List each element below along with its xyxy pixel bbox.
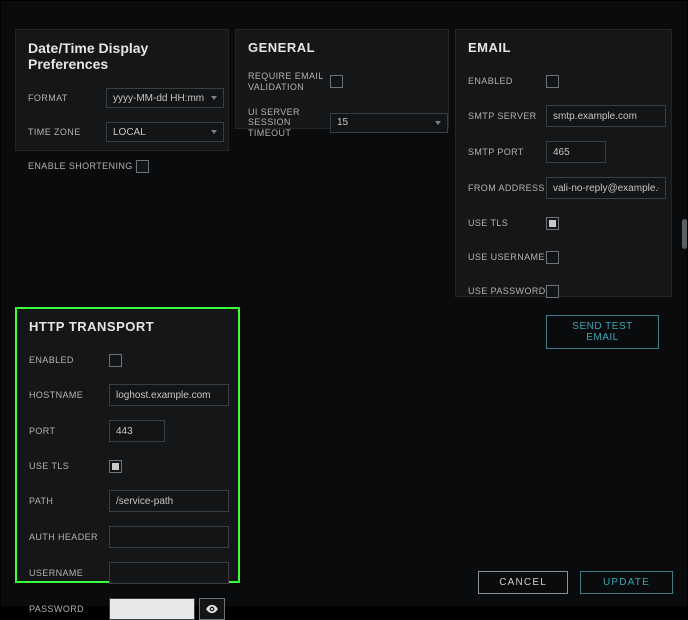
smtp-port-label: SMTP PORT <box>468 147 546 158</box>
require-email-label: REQUIRE EMAIL VALIDATION <box>248 71 330 93</box>
cancel-button[interactable]: CANCEL <box>478 571 568 594</box>
email-enabled-checkbox[interactable] <box>546 75 559 88</box>
http-tls-checkbox[interactable] <box>109 460 122 473</box>
panel-http-title: HTTP TRANSPORT <box>29 319 226 334</box>
auth-header-input[interactable] <box>109 526 229 548</box>
http-tls-label: USE TLS <box>29 461 109 472</box>
ui-timeout-value: 15 <box>337 117 348 128</box>
email-enabled-label: ENABLED <box>468 76 546 87</box>
format-select[interactable]: yyyy-MM-dd HH:mm <box>106 88 224 108</box>
http-username-label: USERNAME <box>29 568 109 579</box>
http-password-label: PASSWORD <box>29 604 109 615</box>
eye-icon <box>205 602 219 616</box>
timezone-value: LOCAL <box>113 127 146 138</box>
use-password-checkbox[interactable] <box>546 285 559 298</box>
panel-email-title: EMAIL <box>468 40 659 55</box>
hostname-label: HOSTNAME <box>29 390 109 401</box>
send-test-email-button[interactable]: SEND TEST EMAIL <box>546 315 659 349</box>
footer-actions: CANCEL UPDATE <box>478 571 673 594</box>
format-label: FORMAT <box>28 93 106 104</box>
http-username-input[interactable] <box>109 562 229 584</box>
panel-email: EMAIL ENABLED SMTP SERVER SMTP PORT FROM… <box>455 29 672 297</box>
http-port-input[interactable] <box>109 420 165 442</box>
http-password-input[interactable] <box>109 598 195 620</box>
http-enabled-label: ENABLED <box>29 355 109 366</box>
smtp-server-label: SMTP SERVER <box>468 111 546 122</box>
scrollbar-thumb[interactable] <box>682 219 687 249</box>
from-address-label: FROM ADDRESS <box>468 183 546 194</box>
update-button[interactable]: UPDATE <box>580 571 673 594</box>
panel-general: GENERAL REQUIRE EMAIL VALIDATION UI SERV… <box>235 29 449 129</box>
panel-general-title: GENERAL <box>248 40 436 55</box>
toggle-password-visibility-button[interactable] <box>199 598 225 620</box>
hostname-input[interactable] <box>109 384 229 406</box>
shorten-label: ENABLE SHORTENING <box>28 161 136 172</box>
shorten-checkbox[interactable] <box>136 160 149 173</box>
require-email-checkbox[interactable] <box>330 75 343 88</box>
panel-date: Date/Time Display Preferences FORMAT yyy… <box>15 29 229 151</box>
http-port-label: PORT <box>29 426 109 437</box>
panel-date-title: Date/Time Display Preferences <box>28 40 216 72</box>
auth-header-label: AUTH HEADER <box>29 532 109 543</box>
ui-timeout-select[interactable]: 15 <box>330 113 448 133</box>
format-value: yyyy-MM-dd HH:mm <box>113 93 204 104</box>
use-password-label: USE PASSWORD <box>468 286 546 297</box>
use-username-checkbox[interactable] <box>546 251 559 264</box>
path-input[interactable] <box>109 490 229 512</box>
panel-http: HTTP TRANSPORT ENABLED HOSTNAME PORT USE… <box>15 307 240 583</box>
timezone-select[interactable]: LOCAL <box>106 122 224 142</box>
from-address-input[interactable] <box>546 177 666 199</box>
email-tls-checkbox[interactable] <box>546 217 559 230</box>
ui-timeout-label: UI SERVER SESSION TIMEOUT <box>248 107 330 139</box>
smtp-port-input[interactable] <box>546 141 606 163</box>
use-username-label: USE USERNAME <box>468 252 546 263</box>
timezone-label: TIME ZONE <box>28 127 106 138</box>
http-enabled-checkbox[interactable] <box>109 354 122 367</box>
email-tls-label: USE TLS <box>468 218 546 229</box>
path-label: PATH <box>29 496 109 507</box>
smtp-server-input[interactable] <box>546 105 666 127</box>
